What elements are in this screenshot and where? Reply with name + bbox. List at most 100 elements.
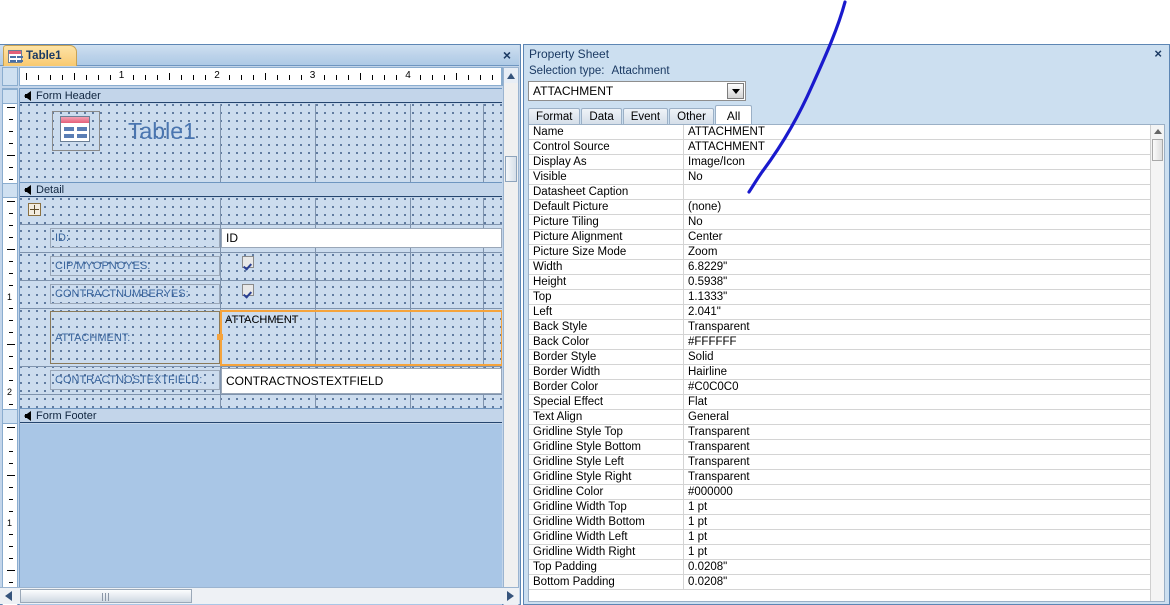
property-value[interactable]: (none) bbox=[684, 200, 1164, 214]
label-attachment[interactable]: ATTACHMENT: bbox=[50, 311, 220, 364]
property-value[interactable]: 1 pt bbox=[684, 545, 1164, 559]
property-grid[interactable]: Name ATTACHMENT Control Source ATTACHMENT Di… bbox=[528, 124, 1165, 602]
scroll-left-button[interactable] bbox=[0, 588, 17, 604]
textbox-id[interactable]: ID bbox=[221, 228, 502, 248]
label-contractnumberyes[interactable]: CONTRACTNUMBERYES: bbox=[50, 284, 220, 304]
document-tab-table1[interactable]: Table1 bbox=[3, 45, 77, 66]
tab-all[interactable]: All bbox=[714, 105, 753, 125]
control-selector-combobox[interactable]: ATTACHMENT bbox=[528, 81, 746, 101]
property-value[interactable]: 6.8229" bbox=[684, 260, 1164, 274]
property-value[interactable]: General bbox=[684, 410, 1164, 424]
tab-event[interactable]: Event bbox=[622, 108, 669, 125]
attachment-control-selected[interactable]: ATTACHMENT bbox=[217, 310, 502, 366]
property-value[interactable]: Transparent bbox=[684, 470, 1164, 484]
property-row[interactable]: Height 0.5938" bbox=[529, 275, 1164, 290]
close-icon[interactable]: × bbox=[1154, 46, 1162, 61]
selection-handle-left[interactable] bbox=[217, 334, 223, 340]
property-value[interactable]: Transparent bbox=[684, 320, 1164, 334]
property-value[interactable]: 1 pt bbox=[684, 500, 1164, 514]
property-row[interactable]: Border Width Hairline bbox=[529, 365, 1164, 380]
property-value[interactable]: No bbox=[684, 170, 1164, 184]
checkbox-contractnumberyes[interactable] bbox=[242, 284, 254, 296]
chevron-down-icon[interactable] bbox=[727, 83, 744, 99]
property-value[interactable]: 0.0208" bbox=[684, 560, 1164, 574]
tab-other[interactable]: Other bbox=[669, 108, 714, 125]
property-value[interactable]: Hairline bbox=[684, 365, 1164, 379]
property-value[interactable]: #FFFFFF bbox=[684, 335, 1164, 349]
property-row[interactable]: Back Style Transparent bbox=[529, 320, 1164, 335]
section-bar-form-footer[interactable]: Form Footer bbox=[20, 408, 502, 423]
property-value[interactable]: Transparent bbox=[684, 440, 1164, 454]
form-header-grid[interactable]: Table1 bbox=[20, 104, 502, 182]
detail-grid[interactable]: ID: ID CIP/MYOPNOYES: CONTRACTNUMBERYES:… bbox=[20, 198, 502, 408]
label-contractnostextfield[interactable]: CONTRACTNOSTEXTFIELD: bbox=[50, 370, 220, 390]
form-title-control[interactable]: Table1 bbox=[128, 116, 238, 146]
property-row[interactable]: Name ATTACHMENT bbox=[529, 125, 1164, 140]
property-row[interactable]: Gridline Style Bottom Transparent bbox=[529, 440, 1164, 455]
property-value[interactable]: Transparent bbox=[684, 425, 1164, 439]
property-value[interactable]: Zoom bbox=[684, 245, 1164, 259]
vertical-ruler[interactable]: 1212 bbox=[2, 88, 18, 605]
section-bar-form-header[interactable]: Form Header bbox=[20, 88, 502, 103]
property-row[interactable]: Gridline Width Bottom 1 pt bbox=[529, 515, 1164, 530]
property-row[interactable]: Gridline Style Left Transparent bbox=[529, 455, 1164, 470]
property-value[interactable]: 1 pt bbox=[684, 515, 1164, 529]
scroll-up-button[interactable] bbox=[1151, 125, 1164, 138]
form-design-canvas[interactable]: Form Header Table1 Detail ID: ID CIP/MYO… bbox=[19, 88, 502, 605]
property-row[interactable]: Border Style Solid bbox=[529, 350, 1164, 365]
property-row[interactable]: Special Effect Flat bbox=[529, 395, 1164, 410]
property-value[interactable]: 1 pt bbox=[684, 530, 1164, 544]
property-value[interactable]: 0.5938" bbox=[684, 275, 1164, 289]
property-value[interactable]: #000000 bbox=[684, 485, 1164, 499]
ruler-corner-selector[interactable] bbox=[2, 67, 18, 86]
property-value[interactable] bbox=[684, 185, 1164, 199]
property-row[interactable]: Back Color #FFFFFF bbox=[529, 335, 1164, 350]
property-value[interactable]: 0.0208" bbox=[684, 575, 1164, 589]
form-footer-area[interactable] bbox=[20, 424, 502, 605]
property-row[interactable]: Bottom Padding 0.0208" bbox=[529, 575, 1164, 590]
property-row[interactable]: Top 1.1333" bbox=[529, 290, 1164, 305]
property-row[interactable]: Gridline Color #000000 bbox=[529, 485, 1164, 500]
property-value[interactable]: ATTACHMENT bbox=[684, 125, 1164, 139]
property-value[interactable]: 2.041" bbox=[684, 305, 1164, 319]
close-icon[interactable]: × bbox=[503, 47, 511, 63]
property-row[interactable]: Width 6.8229" bbox=[529, 260, 1164, 275]
property-row[interactable]: Default Picture (none) bbox=[529, 200, 1164, 215]
property-row[interactable]: Picture Tiling No bbox=[529, 215, 1164, 230]
property-row[interactable]: Display As Image/Icon bbox=[529, 155, 1164, 170]
property-value[interactable]: Transparent bbox=[684, 455, 1164, 469]
property-value[interactable]: ATTACHMENT bbox=[684, 140, 1164, 154]
label-id[interactable]: ID: bbox=[50, 228, 220, 248]
tab-format[interactable]: Format bbox=[528, 108, 581, 125]
property-row[interactable]: Control Source ATTACHMENT bbox=[529, 140, 1164, 155]
property-grid-scrollbar[interactable] bbox=[1150, 125, 1164, 601]
canvas-vertical-scrollbar[interactable] bbox=[503, 67, 519, 605]
scroll-right-button[interactable] bbox=[502, 588, 519, 604]
scroll-up-button[interactable] bbox=[504, 68, 518, 83]
textbox-contractnostextfield[interactable]: CONTRACTNOSTEXTFIELD bbox=[221, 368, 502, 394]
property-value[interactable]: No bbox=[684, 215, 1164, 229]
property-value[interactable]: #C0C0C0 bbox=[684, 380, 1164, 394]
section-bar-detail[interactable]: Detail bbox=[20, 182, 502, 197]
scrollbar-thumb[interactable] bbox=[20, 589, 192, 603]
tab-data[interactable]: Data bbox=[581, 108, 622, 125]
property-row[interactable]: Gridline Style Top Transparent bbox=[529, 425, 1164, 440]
property-row[interactable]: Datasheet Caption bbox=[529, 185, 1164, 200]
property-row[interactable]: Gridline Style Right Transparent bbox=[529, 470, 1164, 485]
property-row[interactable]: Gridline Width Left 1 pt bbox=[529, 530, 1164, 545]
form-logo-control[interactable] bbox=[52, 111, 100, 151]
property-value[interactable]: 1.1333" bbox=[684, 290, 1164, 304]
checkbox-cip-myopnoyes[interactable] bbox=[242, 256, 254, 268]
label-cip-myopnoyes[interactable]: CIP/MYOPNOYES: bbox=[50, 256, 220, 276]
property-row[interactable]: Left 2.041" bbox=[529, 305, 1164, 320]
property-value[interactable]: Image/Icon bbox=[684, 155, 1164, 169]
control-layout-selector[interactable] bbox=[28, 203, 41, 216]
canvas-horizontal-scrollbar[interactable] bbox=[0, 587, 519, 604]
scrollbar-thumb[interactable] bbox=[1152, 139, 1163, 161]
property-value[interactable]: Flat bbox=[684, 395, 1164, 409]
scrollbar-thumb[interactable] bbox=[505, 156, 517, 182]
horizontal-ruler[interactable]: 12345 bbox=[19, 67, 502, 86]
property-row[interactable]: Visible No bbox=[529, 170, 1164, 185]
property-value[interactable]: Solid bbox=[684, 350, 1164, 364]
property-row[interactable]: Border Color #C0C0C0 bbox=[529, 380, 1164, 395]
